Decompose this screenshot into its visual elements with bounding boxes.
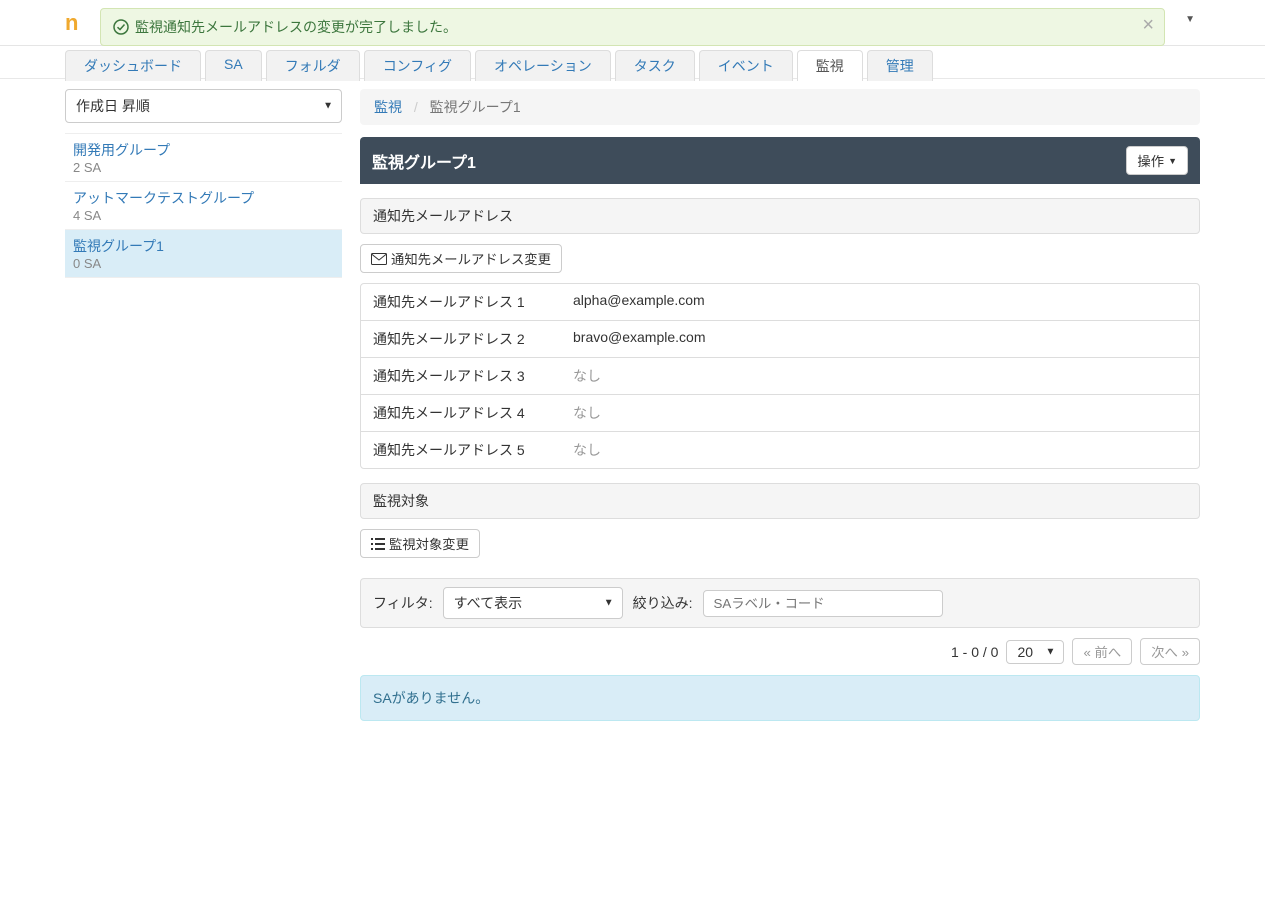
row-value: alpha@example.com	[561, 284, 1199, 320]
section-title-email: 通知先メールアドレス	[360, 198, 1200, 234]
table-row: 通知先メールアドレス 5 なし	[361, 432, 1199, 468]
check-circle-icon	[113, 19, 129, 35]
success-alert: 監視通知先メールアドレスの変更が完了しました。 ×	[100, 8, 1165, 46]
tab-admin[interactable]: 管理	[867, 50, 933, 81]
group-list: 開発用グループ 2 SA アットマークテストグループ 4 SA 監視グループ1 …	[65, 133, 342, 278]
breadcrumb-separator: /	[406, 99, 426, 115]
group-item[interactable]: 監視グループ1 0 SA	[65, 230, 342, 278]
row-value: なし	[561, 358, 1199, 394]
breadcrumb: 監視 / 監視グループ1	[360, 89, 1200, 125]
change-target-button[interactable]: 監視対象変更	[360, 529, 480, 558]
breadcrumb-root[interactable]: 監視	[374, 99, 402, 115]
change-target-label: 監視対象変更	[389, 534, 469, 553]
chevron-down-icon: ▼	[1046, 646, 1056, 657]
section-title-target: 監視対象	[360, 483, 1200, 519]
tab-sa[interactable]: SA	[205, 50, 262, 81]
row-value: なし	[561, 432, 1199, 468]
chevron-down-icon: ▼	[323, 101, 333, 112]
chevron-down-icon: ▼	[1168, 156, 1177, 166]
nav-tabs: ダッシュボード SA フォルダ コンフィグ オペレーション タスク イベント 監…	[65, 46, 1200, 81]
tab-dashboard[interactable]: ダッシュボード	[65, 50, 201, 81]
logo: n	[65, 10, 78, 36]
row-label: 通知先メールアドレス 2	[361, 321, 561, 357]
group-name: 監視グループ1	[73, 236, 334, 256]
table-row: 通知先メールアドレス 2 bravo@example.com	[361, 321, 1199, 358]
table-row: 通知先メールアドレス 4 なし	[361, 395, 1199, 432]
tab-task[interactable]: タスク	[615, 50, 695, 81]
change-email-label: 通知先メールアドレス変更	[391, 249, 551, 268]
page-size-value: 20	[1017, 644, 1033, 660]
empty-state: SAがありません。	[360, 675, 1200, 721]
table-row: 通知先メールアドレス 3 なし	[361, 358, 1199, 395]
tab-monitor[interactable]: 監視	[797, 50, 863, 81]
filter-select-value: すべて表示	[454, 595, 522, 611]
list-icon	[371, 538, 385, 550]
table-row: 通知先メールアドレス 1 alpha@example.com	[361, 284, 1199, 321]
sort-select-value: 作成日 昇順	[76, 98, 150, 114]
close-icon[interactable]: ×	[1142, 15, 1154, 35]
filter-label: フィルタ:	[373, 593, 433, 613]
page-title: 監視グループ1	[372, 149, 476, 173]
group-count: 0 SA	[73, 256, 334, 271]
user-menu-caret[interactable]: ▼	[1185, 14, 1195, 25]
filter-bar: フィルタ: すべて表示 ▼ 絞り込み:	[360, 578, 1200, 628]
pager: 1 - 0 / 0 20 ▼ « 前へ 次へ »	[360, 628, 1200, 675]
tab-operation[interactable]: オペレーション	[475, 50, 611, 81]
page-size-select[interactable]: 20 ▼	[1006, 640, 1064, 664]
narrow-label: 絞り込み:	[633, 593, 693, 613]
envelope-icon	[371, 253, 387, 265]
filter-select[interactable]: すべて表示 ▼	[443, 587, 623, 619]
action-menu-button[interactable]: 操作 ▼	[1126, 146, 1188, 175]
row-label: 通知先メールアドレス 4	[361, 395, 561, 431]
row-label: 通知先メールアドレス 1	[361, 284, 561, 320]
breadcrumb-current: 監視グループ1	[430, 99, 521, 115]
row-value: bravo@example.com	[561, 321, 1199, 357]
alert-text: 監視通知先メールアドレスの変更が完了しました。	[135, 17, 457, 37]
panel-header: 監視グループ1 操作 ▼	[360, 137, 1200, 184]
prev-button[interactable]: « 前へ	[1072, 638, 1132, 665]
tab-folder[interactable]: フォルダ	[266, 50, 360, 81]
group-name: 開発用グループ	[73, 140, 334, 160]
action-menu-label: 操作	[1137, 151, 1164, 170]
group-count: 2 SA	[73, 160, 334, 175]
search-input[interactable]	[703, 590, 943, 617]
next-button[interactable]: 次へ »	[1140, 638, 1200, 665]
group-count: 4 SA	[73, 208, 334, 223]
group-name: アットマークテストグループ	[73, 188, 334, 208]
tab-event[interactable]: イベント	[699, 50, 793, 81]
row-label: 通知先メールアドレス 3	[361, 358, 561, 394]
tab-config[interactable]: コンフィグ	[364, 50, 471, 81]
sort-select[interactable]: 作成日 昇順 ▼	[65, 89, 342, 123]
group-item[interactable]: 開発用グループ 2 SA	[65, 134, 342, 182]
group-item[interactable]: アットマークテストグループ 4 SA	[65, 182, 342, 230]
change-email-button[interactable]: 通知先メールアドレス変更	[360, 244, 562, 273]
email-table: 通知先メールアドレス 1 alpha@example.com 通知先メールアドレ…	[360, 283, 1200, 469]
row-value: なし	[561, 395, 1199, 431]
pager-range: 1 - 0 / 0	[951, 644, 998, 660]
chevron-down-icon: ▼	[604, 598, 614, 609]
row-label: 通知先メールアドレス 5	[361, 432, 561, 468]
